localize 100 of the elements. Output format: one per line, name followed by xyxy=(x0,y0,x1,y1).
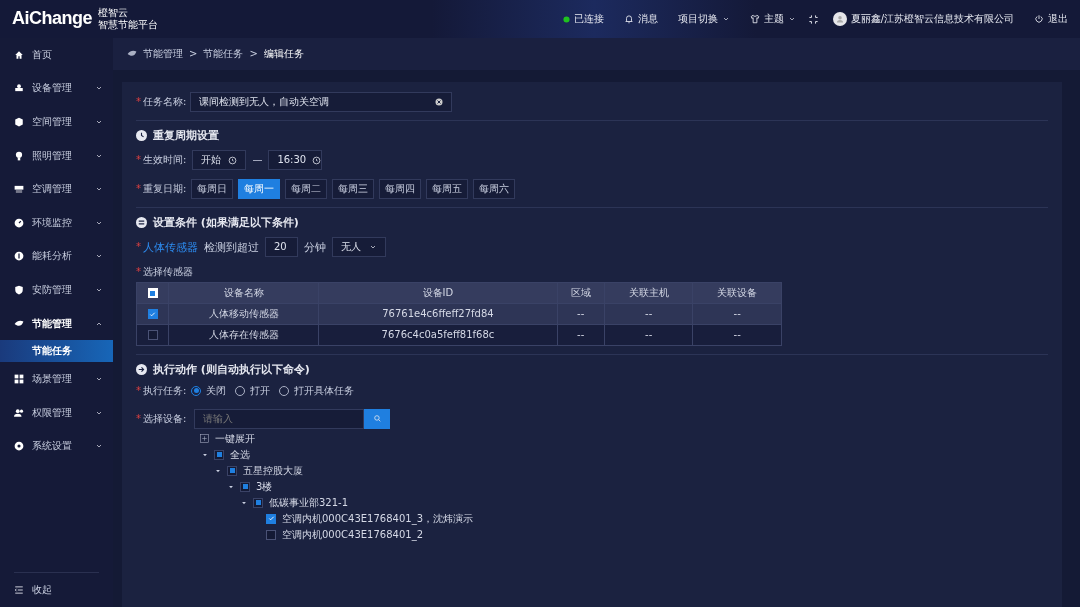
section-title: 执行动作 (则自动执行以下命令) xyxy=(153,363,310,377)
radio-option[interactable]: 关闭 xyxy=(191,384,227,397)
checkbox[interactable] xyxy=(147,309,158,320)
sidebar-item[interactable]: 权限管理 xyxy=(0,395,113,430)
checkbox[interactable] xyxy=(266,529,276,540)
sensor-type-link[interactable]: 人体传感器 xyxy=(143,240,198,254)
table-row[interactable]: 人体移动传感器 76761e4c6ffeff27fd84 -- -- -- xyxy=(136,303,782,325)
messages-button[interactable]: 消息 xyxy=(623,13,658,25)
field-label: 任务名称: xyxy=(143,96,187,108)
required-mark: * xyxy=(136,266,141,279)
caret-icon xyxy=(721,15,730,23)
column-header: 设备名称 xyxy=(168,282,319,304)
tree-node-label[interactable]: 空调内机000C43E1768401_3，沈炜演示 xyxy=(282,512,473,525)
task-name-field[interactable]: 课间检测到无人，自动关空调 xyxy=(190,92,453,112)
arrow-right-icon xyxy=(136,364,147,376)
tree-node-label[interactable]: 3楼 xyxy=(256,480,273,493)
weekday-button[interactable]: 每周日 xyxy=(191,179,234,200)
sidebar-item[interactable]: 照明管理 xyxy=(0,138,113,173)
sidebar-item[interactable]: 节能管理 xyxy=(0,306,113,341)
sidebar-item[interactable]: 场景管理 xyxy=(0,362,113,396)
gauge-icon xyxy=(14,217,24,228)
tree-node-label[interactable]: 全选 xyxy=(230,448,250,461)
sidebar-item[interactable]: 设备管理 xyxy=(0,71,113,106)
plus-square-icon xyxy=(200,434,209,444)
dash: — xyxy=(252,154,263,167)
checkbox[interactable] xyxy=(147,330,158,341)
time-field[interactable]: 开始 xyxy=(192,150,247,171)
condition-text: 检测到超过 xyxy=(204,240,259,254)
field-label: 执行任务: xyxy=(143,384,187,397)
breadcrumb-link[interactable]: 节能任务 xyxy=(203,48,244,60)
tree-node-label[interactable]: 五星控股大厦 xyxy=(243,464,303,477)
field-label: 选择设备: xyxy=(143,412,187,425)
user-menu[interactable]: 夏丽鑫/江苏橙智云信息技术有限公司 xyxy=(832,12,1014,26)
brand-name: 橙智云 xyxy=(98,7,129,19)
table-cell: 7676c4c0a5feff81f68c xyxy=(318,324,558,346)
weekday-button[interactable]: 每周五 xyxy=(426,179,469,200)
required-mark: * xyxy=(136,384,141,397)
caret-icon xyxy=(787,15,796,23)
clear-icon xyxy=(435,98,444,106)
weekday-button[interactable]: 每周三 xyxy=(332,179,375,200)
breadcrumb-link[interactable]: 节能管理 xyxy=(143,48,183,60)
checkbox[interactable] xyxy=(227,465,237,476)
weekday-button[interactable]: 每周二 xyxy=(285,179,328,200)
sidebar-item[interactable]: 安防管理 xyxy=(0,273,113,307)
minutes-field[interactable]: 20 xyxy=(265,237,298,258)
sidebar-item[interactable]: 首页 xyxy=(0,38,113,72)
project-switch-dropdown[interactable]: 项目切换 xyxy=(677,13,730,25)
column-header: 关联主机 xyxy=(604,282,693,304)
search-field[interactable]: 请输入 xyxy=(194,408,365,429)
sidebar-item[interactable]: 能耗分析 xyxy=(0,239,113,274)
field-label: 选择传感器 xyxy=(143,266,193,279)
expand-triangle-icon[interactable] xyxy=(241,499,247,506)
radio-option[interactable]: 打开 xyxy=(235,384,271,397)
fullscreen-icon[interactable] xyxy=(807,13,819,25)
sidebar-subitem[interactable]: 节能任务 xyxy=(0,340,113,363)
leaf-icon xyxy=(14,318,24,329)
power-icon xyxy=(1034,14,1044,24)
state-select[interactable]: 无人 xyxy=(332,237,386,258)
theme-dropdown[interactable]: 主题 xyxy=(749,13,796,25)
breadcrumb-current: 编辑任务 xyxy=(263,48,304,60)
avatar-icon xyxy=(832,12,847,26)
expand-all-button[interactable]: 一键展开 xyxy=(200,430,255,447)
breadcrumb-separator: > xyxy=(189,48,198,60)
sidebar-item[interactable]: 空间管理 xyxy=(0,105,113,139)
logout-button[interactable]: 退出 xyxy=(1034,13,1068,25)
search-button[interactable] xyxy=(364,408,391,429)
breadcrumb-separator: > xyxy=(249,48,258,60)
section-title: 重复周期设置 xyxy=(153,129,219,143)
sidebar-item[interactable]: 环境监控 xyxy=(0,205,113,240)
expand-triangle-icon[interactable] xyxy=(228,483,234,490)
expand-triangle-icon[interactable] xyxy=(215,467,221,474)
grid-icon xyxy=(14,374,24,385)
sidebar-item[interactable]: 空调管理 xyxy=(0,172,113,206)
connection-status: 已连接 xyxy=(562,13,604,25)
weekday-button[interactable]: 每周一 xyxy=(238,179,281,200)
clock-icon xyxy=(136,130,147,142)
time-field[interactable]: 16:30 xyxy=(268,150,323,171)
weekday-button[interactable]: 每周六 xyxy=(473,179,516,200)
radio-option[interactable]: 打开具体任务 xyxy=(279,384,355,397)
checkbox[interactable] xyxy=(240,481,250,492)
list-icon xyxy=(136,217,147,229)
field-label: 重复日期: xyxy=(143,183,187,196)
checkbox[interactable] xyxy=(253,497,263,508)
check-icon xyxy=(267,515,275,523)
shirt-icon xyxy=(749,14,760,24)
check-icon xyxy=(149,310,156,318)
table-row[interactable]: 人体存在传感器 7676c4c0a5feff81f68c -- -- -- xyxy=(136,324,782,346)
tree-node-label[interactable]: 空调内机000C43E1768401_2 xyxy=(282,528,423,541)
collapse-icon xyxy=(14,585,24,596)
checkbox[interactable] xyxy=(214,449,224,460)
coin-icon xyxy=(14,251,24,262)
weekday-button[interactable]: 每周四 xyxy=(379,179,422,200)
collapse-button[interactable]: 收起 xyxy=(0,573,113,607)
sidebar-item[interactable]: 系统设置 xyxy=(0,429,113,464)
section-title: 设置条件 (如果满足以下条件) xyxy=(153,216,299,230)
bell-icon xyxy=(623,14,634,24)
tree-node-label[interactable]: 低碳事业部321-1 xyxy=(269,496,349,509)
brand-subtitle: 智慧节能平台 xyxy=(98,19,158,31)
checkbox[interactable] xyxy=(266,513,276,524)
expand-triangle-icon[interactable] xyxy=(202,451,208,458)
